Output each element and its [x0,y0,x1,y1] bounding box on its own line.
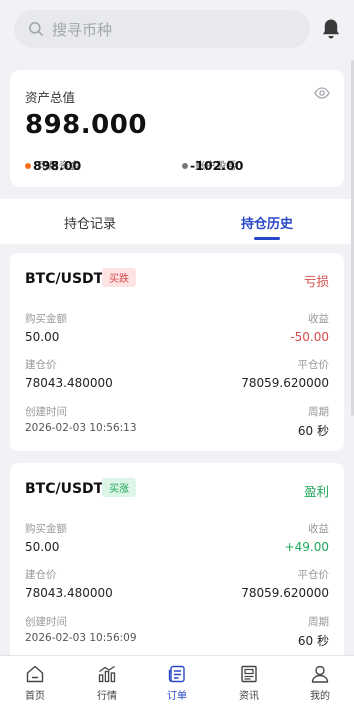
nav-home[interactable]: 首页 [15,664,55,702]
market-chart-icon [98,665,116,683]
amount-value: 50.00 [25,540,60,554]
nav-news[interactable]: 资讯 [229,664,269,702]
user-icon [311,665,329,683]
created-time-value: 2026-02-03 10:56:13 [25,422,137,434]
created-time-label: 创建时间 [25,406,67,418]
nav-label: 行情 [97,691,117,702]
nav-label: 首页 [25,691,45,702]
period-value: 60 秒 [297,424,329,438]
open-price-value: 78043.480000 [25,376,113,390]
order-result: 亏损 [303,274,329,289]
home-icon [26,665,44,683]
close-price-value: 78059.620000 [241,376,329,390]
direction-badge: 买跌 [102,268,136,287]
available-dot-icon [25,162,31,169]
created-time-value: 2026-02-03 10:56:09 [25,632,137,644]
profit-label: 收益 [308,523,329,535]
asset-title: 资产总值 [25,90,76,105]
nav-market[interactable]: 行情 [87,664,127,702]
order-tabs: 持仓记录 持仓历史 [0,199,354,244]
available-value: 898.00 [33,158,82,173]
close-price-value: 78059.620000 [241,586,329,600]
search-icon [29,22,43,36]
order-card[interactable]: BTC/USDT 买跌 亏损 购买金额 收益 50.00 -50.00 建仓价 … [10,253,344,451]
profit-value: -50.00 [290,330,329,344]
close-price-label: 平仓价 [297,569,330,581]
open-price-label: 建仓价 [25,359,57,371]
profit-value: +49.00 [284,540,329,554]
top-bar: 搜寻币种 [0,0,354,60]
order-pair: BTC/USDT [25,271,104,287]
pnl-dot-icon [182,162,188,169]
order-icon [168,665,185,683]
nav-label: 订单 [167,691,187,702]
eye-icon[interactable] [314,87,330,99]
open-price-value: 78043.480000 [25,586,113,600]
nav-profile[interactable]: 我的 [300,664,340,702]
account-pnl: 账户盈亏 -102.00 [182,158,243,173]
tab-positions[interactable]: 持仓记录 [64,213,116,232]
available-funds: 可用资金 898.00 [25,158,82,173]
order-pair: BTC/USDT [25,481,104,497]
nav-orders[interactable]: 订单 [157,664,197,702]
direction-badge: 买涨 [102,478,136,497]
active-tab-indicator [254,237,280,240]
order-result: 盈利 [303,484,329,499]
pnl-value: -102.00 [190,158,244,173]
amount-label: 购买金额 [25,313,67,325]
search-input[interactable]: 搜寻币种 [14,10,310,48]
amount-label: 购买金额 [25,523,67,535]
created-time-label: 创建时间 [25,616,67,628]
amount-value: 50.00 [25,330,60,344]
open-price-label: 建仓价 [25,569,57,581]
nav-label: 我的 [310,691,330,702]
asset-summary-card: 资产总值 898.000 可用资金 898.00 账户盈亏 -102.00 [10,70,344,187]
news-icon [241,665,257,683]
period-label: 周期 [308,616,329,628]
nav-label: 资讯 [239,691,259,702]
tab-position-history[interactable]: 持仓历史 [241,213,293,232]
close-price-label: 平仓价 [297,359,330,371]
period-value: 60 秒 [297,634,329,648]
search-placeholder: 搜寻币种 [52,20,113,39]
bell-icon[interactable] [319,17,343,41]
total-asset-value: 898.000 [25,110,147,140]
bottom-nav: 首页 行情 订单 资讯 我的 [0,655,354,707]
profit-label: 收益 [308,313,329,325]
order-card[interactable]: BTC/USDT 买涨 盈利 购买金额 收益 50.00 +49.00 建仓价 … [10,463,344,661]
period-label: 周期 [308,406,329,418]
